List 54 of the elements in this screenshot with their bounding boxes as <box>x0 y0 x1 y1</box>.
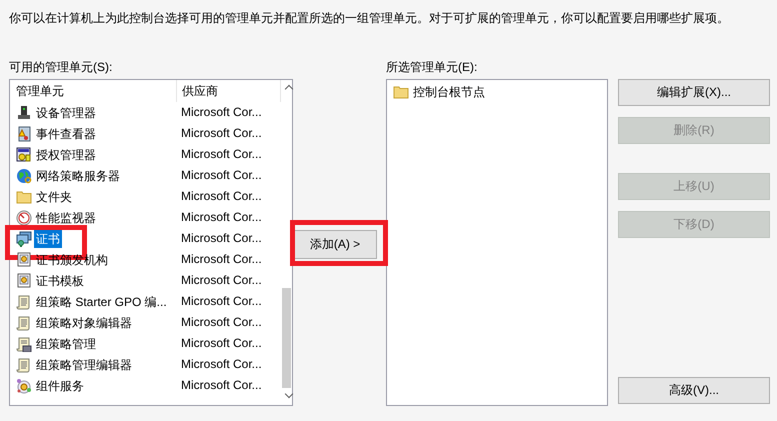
snapin-name[interactable]: 组策略管理 <box>34 334 98 352</box>
vendor-cell-text: Microsoft Cor... <box>180 188 263 205</box>
snapin-name[interactable]: 证书颁发机构 <box>34 250 110 268</box>
certificate-template-icon <box>16 272 32 288</box>
vendor-cell-text: Microsoft Cor... <box>180 125 263 142</box>
component-icon <box>16 378 32 394</box>
gauge-icon <box>16 210 32 226</box>
list-label: 所选管理单元(E): <box>386 59 478 76</box>
certificate-icon <box>16 230 32 246</box>
column-header[interactable]: 供应商 <box>177 80 281 102</box>
snapin-name[interactable]: 性能监视器 <box>34 208 98 226</box>
action-button[interactable]: 编辑扩展(X)... <box>618 79 770 106</box>
scroll-with-lock-icon <box>16 336 32 352</box>
snapin-name[interactable]: 组策略对象编辑器 <box>34 314 134 332</box>
vendor-cell-text: Microsoft Cor... <box>180 209 263 226</box>
vendor-cell-text: Microsoft Cor... <box>180 167 263 184</box>
selected-snapin-list[interactable]: 控制台根节点 <box>386 79 608 406</box>
snapin-name[interactable]: 证书 <box>34 230 62 248</box>
vendor-cell-text: Microsoft Cor... <box>180 335 263 352</box>
globe-icon <box>16 168 32 184</box>
tree-node[interactable]: 控制台根节点 <box>411 83 487 101</box>
snapin-name[interactable]: 组策略管理编辑器 <box>34 356 134 374</box>
snapin-name[interactable]: 事件查看器 <box>34 124 98 142</box>
snapin-name[interactable]: 网络策略服务器 <box>34 166 122 184</box>
snapin-name[interactable]: 组件服务 <box>34 376 86 394</box>
vendor-cell-text: Microsoft Cor... <box>180 377 263 394</box>
snapin-name[interactable]: 组策略 Starter GPO 编... <box>34 292 169 310</box>
snapin-name[interactable]: 设备管理器 <box>34 104 98 122</box>
log-book-icon <box>16 126 32 142</box>
scrollbar-thumb[interactable] <box>282 288 291 388</box>
add-button[interactable]: 添加(A) > <box>293 230 377 258</box>
license-icon <box>16 146 32 162</box>
snapin-name[interactable]: 证书模板 <box>34 272 86 290</box>
snapin-name[interactable]: 授权管理器 <box>34 146 98 164</box>
vendor-cell-text: Microsoft Cor... <box>180 146 263 163</box>
folder-icon <box>16 188 32 204</box>
vendor-cell-text: Microsoft Cor... <box>180 251 263 268</box>
device-icon <box>16 104 32 120</box>
list-label: 可用的管理单元(S): <box>9 59 114 76</box>
scroll-icon <box>16 356 32 372</box>
vendor-cell-text: Microsoft Cor... <box>180 293 263 310</box>
scroll-icon <box>16 294 32 310</box>
description-text: 你可以在计算机上为此控制台选择可用的管理单元并配置所选的一组管理单元。对于可扩展的管理单元，你可以配置要启用哪些扩展项。 <box>9 10 730 27</box>
snapin-name[interactable]: 文件夹 <box>34 188 74 206</box>
column-header[interactable]: 管理单元 <box>10 80 177 102</box>
action-button[interactable]: 高级(V)... <box>618 377 770 404</box>
vendor-cell-text: Microsoft Cor... <box>180 356 263 373</box>
vendor-cell-text: Microsoft Cor... <box>180 314 263 331</box>
certificate-template-icon <box>16 252 32 268</box>
vendor-cell-text: Microsoft Cor... <box>180 272 263 289</box>
vendor-cell-text: Microsoft Cor... <box>180 230 263 247</box>
scroll-icon <box>16 314 32 330</box>
folder-icon <box>393 84 409 100</box>
vendor-cell-text: Microsoft Cor... <box>180 104 263 121</box>
